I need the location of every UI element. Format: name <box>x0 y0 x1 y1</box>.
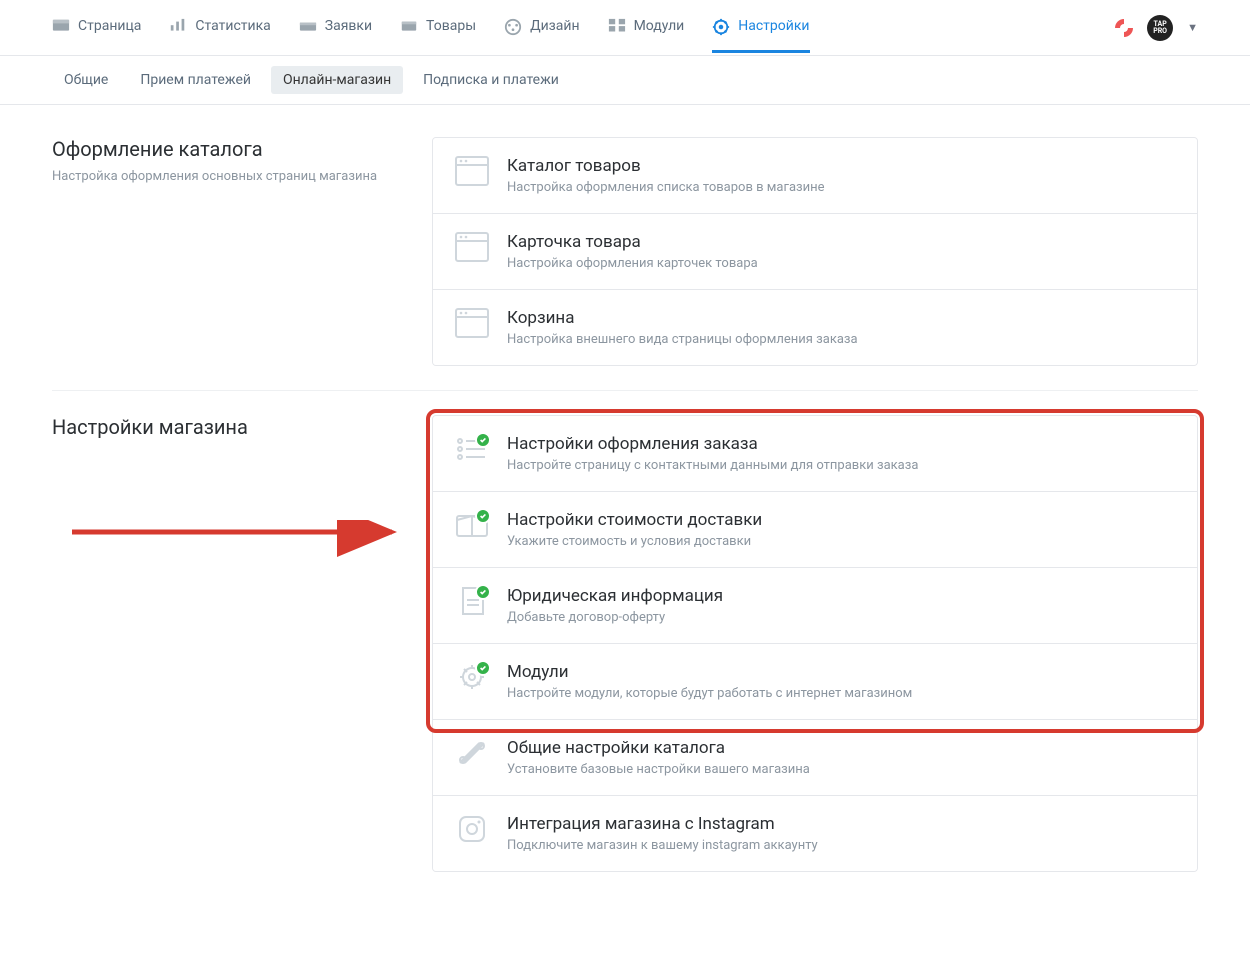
window-icon <box>455 232 489 262</box>
doc-icon <box>455 586 489 616</box>
card-desc: Установите базовые настройки вашего мага… <box>507 762 1175 777</box>
subnav-subscription[interactable]: Подписка и платежи <box>411 66 571 94</box>
list-icon <box>455 434 489 464</box>
check-badge-icon <box>475 660 491 676</box>
instagram-icon <box>455 814 489 844</box>
check-badge-icon <box>475 432 491 448</box>
subnav-payments[interactable]: Прием платежей <box>128 66 263 94</box>
orders-icon <box>299 18 317 34</box>
box-icon <box>455 510 489 540</box>
nav-label: Страница <box>78 18 141 34</box>
card-title: Настройки стоимости доставки <box>507 510 1175 530</box>
chevron-down-icon[interactable]: ▼ <box>1187 21 1198 34</box>
card-title: Настройки оформления заказа <box>507 434 1175 454</box>
section-header: Настройки магазина <box>52 415 392 872</box>
modules-icon <box>608 18 626 34</box>
card-order-settings[interactable]: Настройки оформления заказа Настройте ст… <box>433 416 1197 491</box>
nav-label: Дизайн <box>530 18 580 34</box>
section-body: Каталог товаров Настройка оформления спи… <box>432 137 1198 366</box>
card-list: Каталог товаров Настройка оформления спи… <box>432 137 1198 366</box>
nav-design[interactable]: Дизайн <box>504 2 580 53</box>
section-desc: Настройка оформления основных страниц ма… <box>52 169 392 184</box>
section-title: Настройки магазина <box>52 415 392 439</box>
help-icon[interactable] <box>1115 19 1133 37</box>
content: Оформление каталога Настройка оформления… <box>0 105 1250 960</box>
card-general-catalog[interactable]: Общие настройки каталога Установите базо… <box>433 719 1197 795</box>
section-shop-settings: Настройки магазина Настройки оформления … <box>52 415 1198 896</box>
nav-label: Заявки <box>325 18 372 34</box>
design-icon <box>504 18 522 34</box>
nav-orders[interactable]: Заявки <box>299 2 372 53</box>
nav-products[interactable]: Товары <box>400 2 476 53</box>
nav-label: Настройки <box>738 18 809 34</box>
card-product-card[interactable]: Карточка товара Настройка оформления кар… <box>433 213 1197 289</box>
nav-page[interactable]: Страница <box>52 2 141 53</box>
nav-label: Статистика <box>195 18 270 34</box>
top-nav-right: TAP PRO ▼ <box>1115 15 1198 41</box>
section-header: Оформление каталога Настройка оформления… <box>52 137 392 366</box>
card-desc: Настройте страницу с контактными данными… <box>507 458 1175 473</box>
card-title: Юридическая информация <box>507 586 1175 606</box>
card-desc: Укажите стоимость и условия доставки <box>507 534 1175 549</box>
card-desc: Добавьте договор-оферту <box>507 610 1175 625</box>
settings-icon <box>712 18 730 34</box>
page-icon <box>52 18 70 34</box>
sub-nav: Общие Прием платежей Онлайн-магазин Подп… <box>0 56 1250 105</box>
card-modules[interactable]: Модули Настройте модули, которые будут р… <box>433 643 1197 719</box>
card-title: Каталог товаров <box>507 156 1175 176</box>
nav-modules[interactable]: Модули <box>608 2 685 53</box>
card-cart[interactable]: Корзина Настройка внешнего вида страницы… <box>433 289 1197 365</box>
section-catalog-design: Оформление каталога Настройка оформления… <box>52 137 1198 391</box>
top-nav-left: Страница Статистика Заявки Товары Дизайн <box>52 2 1115 53</box>
nav-settings[interactable]: Настройки <box>712 2 809 53</box>
subnav-online-shop[interactable]: Онлайн-магазин <box>271 66 403 94</box>
subnav-general[interactable]: Общие <box>52 66 120 94</box>
check-badge-icon <box>475 584 491 600</box>
window-icon <box>455 308 489 338</box>
nav-stats[interactable]: Статистика <box>169 2 270 53</box>
card-title: Интеграция магазина с Instagram <box>507 814 1175 834</box>
card-title: Карточка товара <box>507 232 1175 252</box>
window-icon <box>455 156 489 186</box>
products-icon <box>400 18 418 34</box>
card-catalog[interactable]: Каталог товаров Настройка оформления спи… <box>433 138 1197 213</box>
nav-label: Модули <box>634 18 685 34</box>
card-title: Модули <box>507 662 1175 682</box>
avatar[interactable]: TAP PRO <box>1147 15 1173 41</box>
card-title: Корзина <box>507 308 1175 328</box>
tools-icon <box>455 738 489 768</box>
nav-label: Товары <box>426 18 476 34</box>
gear-icon <box>455 662 489 692</box>
card-legal-info[interactable]: Юридическая информация Добавьте договор-… <box>433 567 1197 643</box>
card-list: Настройки оформления заказа Настройте ст… <box>432 415 1198 872</box>
section-body: Настройки оформления заказа Настройте ст… <box>432 415 1198 872</box>
top-nav: Страница Статистика Заявки Товары Дизайн <box>0 0 1250 56</box>
card-delivery-cost[interactable]: Настройки стоимости доставки Укажите сто… <box>433 491 1197 567</box>
card-desc: Настройте модули, которые будут работать… <box>507 686 1175 701</box>
card-instagram[interactable]: Интеграция магазина с Instagram Подключи… <box>433 795 1197 871</box>
check-badge-icon <box>475 508 491 524</box>
card-desc: Настройка внешнего вида страницы оформле… <box>507 332 1175 347</box>
section-title: Оформление каталога <box>52 137 392 161</box>
card-desc: Настройка оформления карточек товара <box>507 256 1175 271</box>
card-title: Общие настройки каталога <box>507 738 1175 758</box>
card-desc: Подключите магазин к вашему instagram ак… <box>507 838 1175 853</box>
card-desc: Настройка оформления списка товаров в ма… <box>507 180 1175 195</box>
stats-icon <box>169 18 187 34</box>
